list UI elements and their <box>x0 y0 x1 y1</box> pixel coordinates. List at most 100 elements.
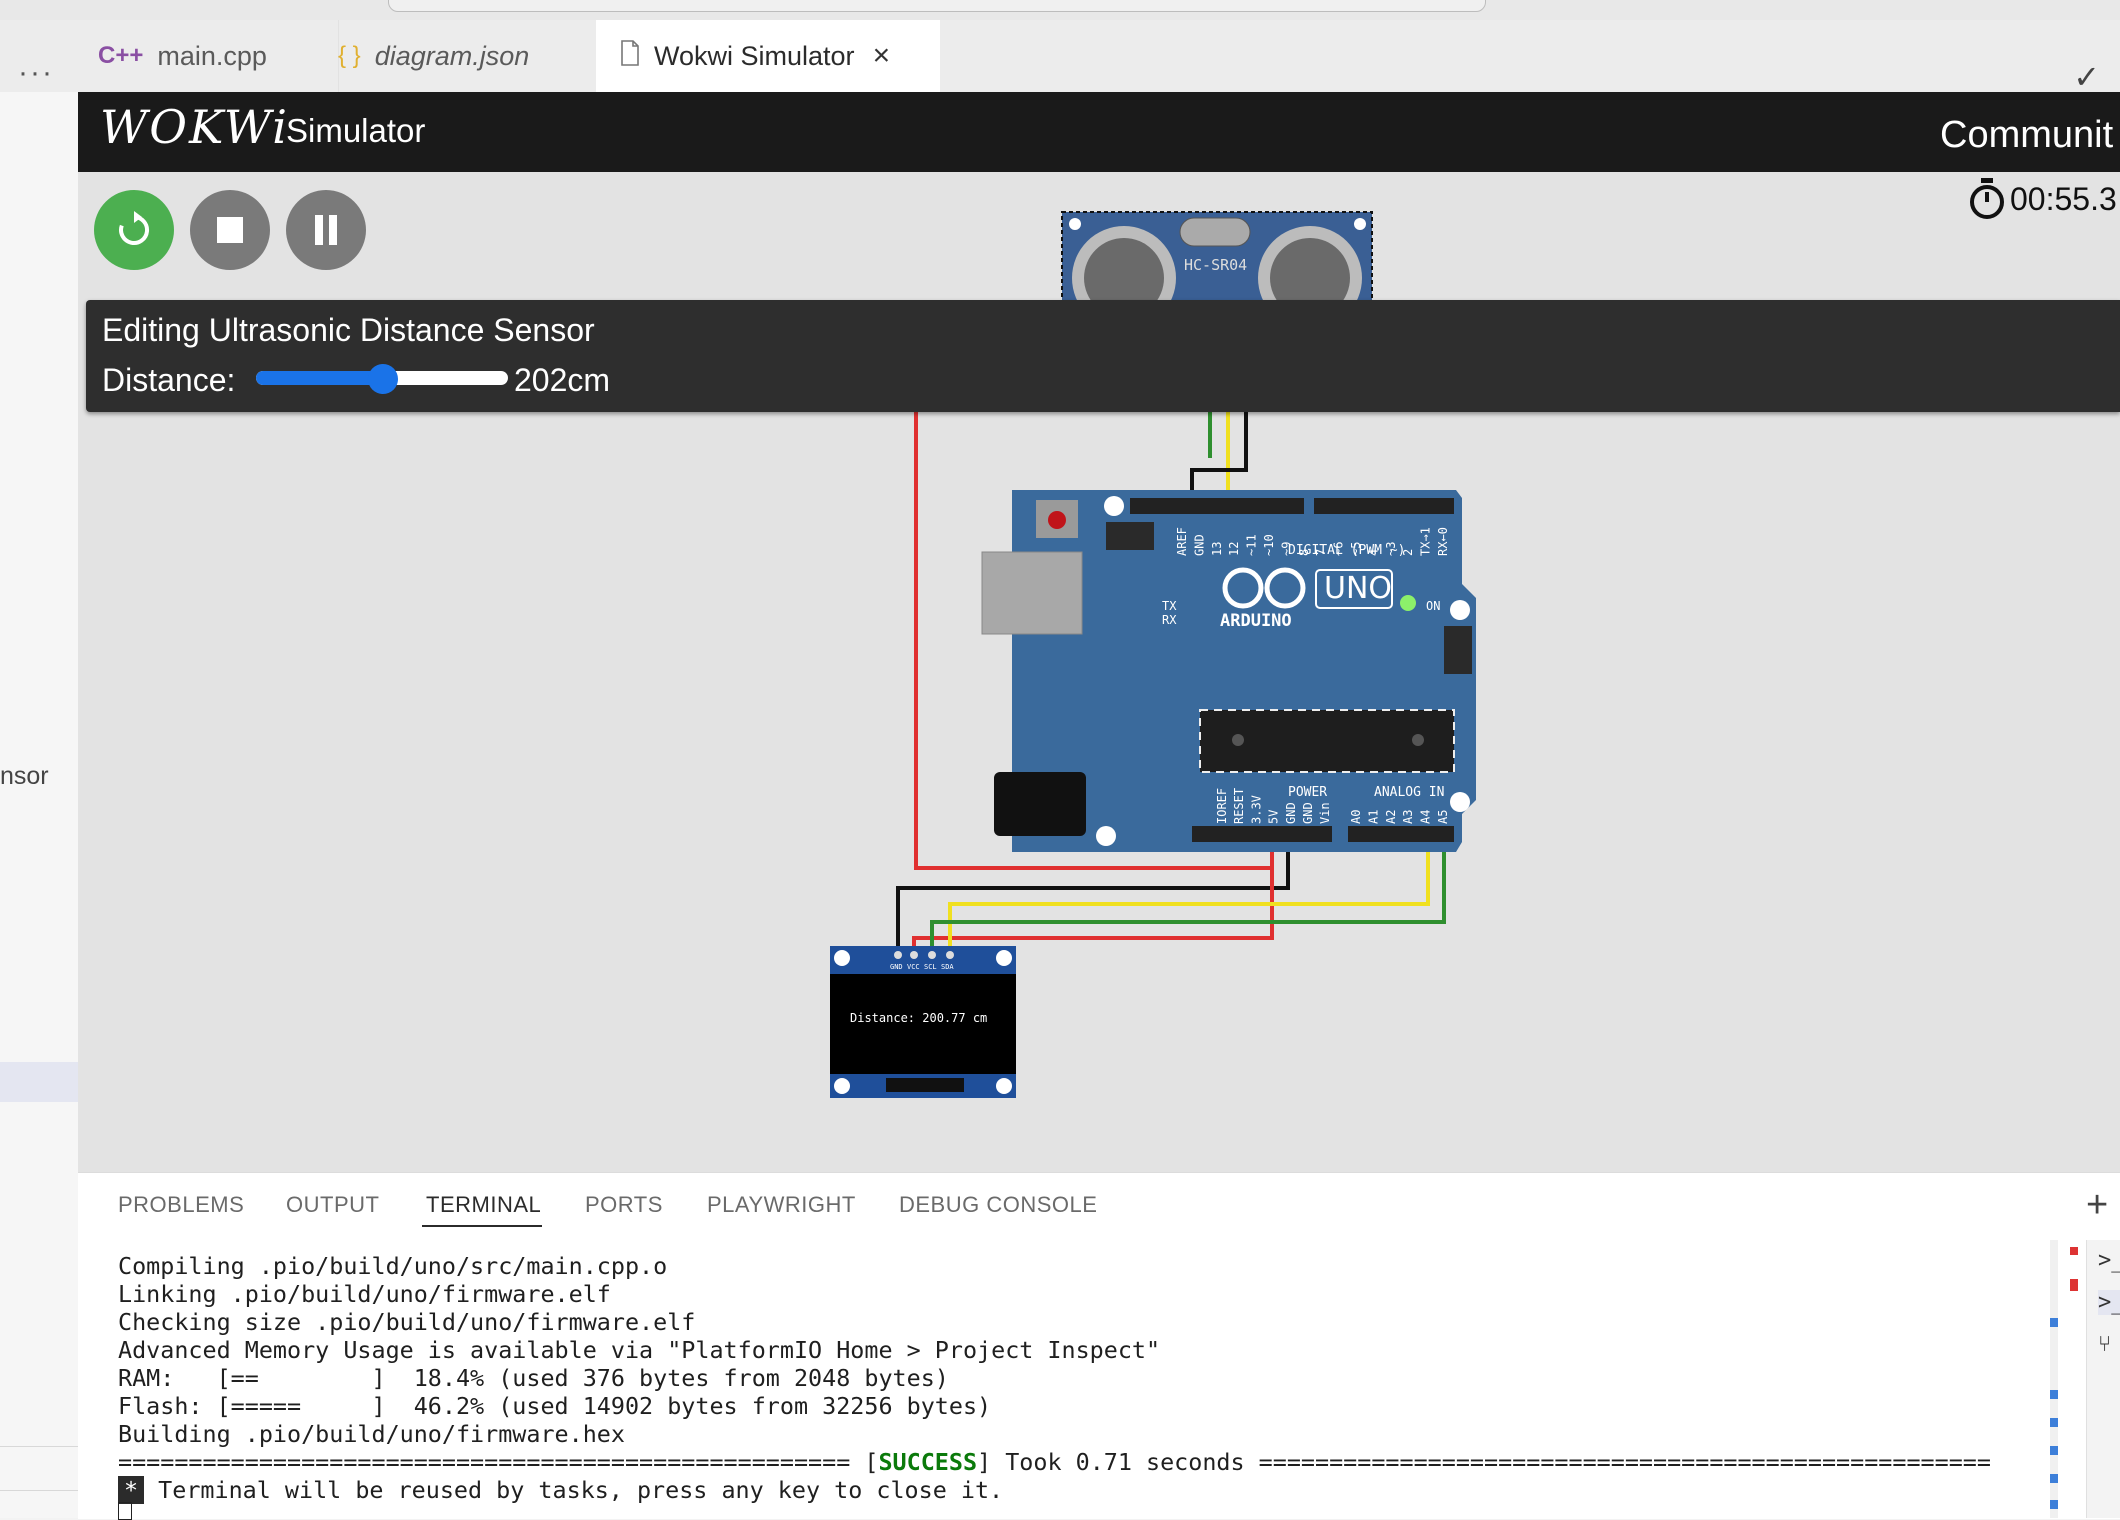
divider <box>0 1446 78 1447</box>
analog-header: ANALOG IN <box>1374 785 1444 800</box>
rx-label: RX <box>1162 613 1177 627</box>
tab-playwright[interactable]: PLAYWRIGHT <box>707 1192 856 1218</box>
scroll-marker <box>2050 1418 2058 1427</box>
cpp-file-icon: C++ <box>98 42 144 69</box>
simulation-timer: 00:55.3 <box>1968 178 2117 220</box>
digital-pin-label: RX←0 <box>1436 527 1450 556</box>
digital-pin-label: 7 <box>1314 549 1328 556</box>
power-pin-label: Vin <box>1318 802 1332 824</box>
check-icon[interactable]: ✓ <box>2073 58 2100 96</box>
terminal-line: Linking .pio/build/uno/firmware.elf <box>118 1280 611 1308</box>
new-terminal-icon[interactable]: + <box>2086 1184 2108 1227</box>
success-prefix: ========================================… <box>118 1448 879 1476</box>
terminal-icon[interactable]: >_ <box>2098 1248 2120 1273</box>
error-marker <box>2070 1279 2078 1291</box>
stop-button[interactable] <box>190 190 270 270</box>
power-pin-label: 3.3V <box>1249 795 1263 824</box>
power-pin-label: 5V <box>1267 810 1281 824</box>
analog-pin-label: A1 <box>1366 810 1380 824</box>
digital-pin-label: 13 <box>1210 542 1224 556</box>
sidebar-selected-row[interactable] <box>0 1062 78 1102</box>
terminal-line: Compiling .pio/build/uno/src/main.cpp.o <box>118 1252 668 1280</box>
success-word: SUCCESS <box>878 1448 978 1476</box>
task-star-icon: * <box>118 1476 145 1504</box>
arduino-model-label: UNO <box>1324 571 1392 606</box>
tab-main-cpp[interactable]: C++ main.cpp <box>78 20 339 92</box>
tab-problems[interactable]: PROBLEMS <box>118 1192 244 1218</box>
browser-address-strip <box>0 0 2120 20</box>
digital-pin-label: ~5 <box>1349 542 1363 556</box>
oled-pin-label: GND <box>890 963 903 971</box>
digital-pin-label: 8 <box>1297 549 1311 556</box>
tab-label: diagram.json <box>374 40 530 71</box>
terminal-line: RAM: [== ] 18.4% (used 376 bytes from 20… <box>118 1364 949 1392</box>
digital-pin-label: ~6 <box>1332 542 1346 556</box>
distance-value: 202cm <box>514 362 611 398</box>
tab-label: Wokwi Simulator <box>654 40 855 71</box>
oled-text: Distance: 200.77 cm <box>850 1011 987 1025</box>
terminal-line: Checking size .pio/build/uno/firmware.el… <box>118 1308 696 1336</box>
reuse-text: Terminal will be reused by tasks, press … <box>144 1476 1004 1504</box>
power-pin-label: GND <box>1301 802 1315 824</box>
wokwi-subtitle: Simulator <box>286 112 426 149</box>
file-icon <box>620 39 640 73</box>
json-file-icon: { } <box>338 42 361 69</box>
scroll-marker <box>2050 1474 2058 1483</box>
terminal-line: Advanced Memory Usage is available via "… <box>118 1336 1161 1364</box>
oled-pin-label: VCC <box>907 963 920 971</box>
digital-pin-label: ~9 <box>1279 542 1293 556</box>
tab-debug-console[interactable]: DEBUG CONSOLE <box>899 1192 1097 1218</box>
terminal-list <box>2086 1240 2120 1518</box>
digital-pin-label: 4 <box>1366 549 1380 556</box>
oled-pin-label: SCL <box>924 963 937 971</box>
scroll-marker <box>2050 1500 2058 1509</box>
tab-ports[interactable]: PORTS <box>585 1192 663 1218</box>
pause-icon <box>315 215 337 245</box>
analog-pin-label: A3 <box>1401 810 1415 824</box>
community-link[interactable]: Communit <box>1940 114 2113 157</box>
digital-pin-label: 2 <box>1401 549 1415 556</box>
oled-display: GND VCC SCL SDA Distance: 200.77 cm <box>830 946 1016 1098</box>
digital-pin-label: 12 <box>1227 542 1241 556</box>
edit-panel-title: Editing Ultrasonic Distance Sensor <box>102 312 595 348</box>
error-marker <box>2070 1247 2078 1255</box>
sidebar-item-label[interactable]: nsor <box>0 762 49 791</box>
sensor-label: HC-SR04 <box>1184 256 1247 274</box>
analog-pin-label: A2 <box>1384 810 1398 824</box>
divider <box>0 1490 78 1491</box>
pause-button[interactable] <box>286 190 366 270</box>
stopwatch-icon <box>1970 178 2004 219</box>
tab-wokwi-simulator[interactable]: Wokwi Simulator × <box>596 20 940 92</box>
tab-output[interactable]: OUTPUT <box>286 1192 379 1218</box>
digital-pin-label: ~11 <box>1245 534 1259 556</box>
scroll-marker <box>2050 1318 2058 1327</box>
digital-pin-label: TX→1 <box>1419 527 1433 556</box>
analog-pin-label: A0 <box>1349 810 1363 824</box>
timer-value: 00:55.3 <box>2010 180 2117 217</box>
task-icon[interactable]: ⑂ <box>2098 1332 2111 1357</box>
close-icon[interactable]: × <box>873 39 891 73</box>
wokwi-logo[interactable]: WOKWi <box>100 100 289 154</box>
power-pin-label: RESET <box>1232 788 1246 824</box>
active-tab-indicator <box>422 1225 542 1227</box>
stop-icon <box>217 217 243 243</box>
more-actions-icon[interactable]: ··· <box>18 56 54 90</box>
analog-pin-label: A4 <box>1419 810 1433 824</box>
success-suffix: ] Took 0.71 seconds ====================… <box>977 1448 1991 1476</box>
digital-pin-label: ~10 <box>1262 534 1276 556</box>
terminal-icon[interactable]: >_ <box>2098 1290 2120 1315</box>
digital-pin-label: AREF <box>1175 527 1189 556</box>
tab-terminal[interactable]: TERMINAL <box>426 1192 541 1218</box>
tab-diagram-json[interactable]: { } diagram.json <box>318 20 617 92</box>
tab-label: main.cpp <box>157 40 267 71</box>
editor-tab-bar: ··· C++ main.cpp { } diagram.json Wokwi … <box>0 20 2120 96</box>
analog-pin-label: A5 <box>1436 810 1450 824</box>
address-bar[interactable] <box>388 0 1486 12</box>
digital-pin-label: ~3 <box>1384 542 1398 556</box>
restart-button[interactable] <box>94 190 174 270</box>
arduino-uno-board: UNO ARDUINO ON TX RX DIGITAL (PWM ~) POW… <box>981 490 1476 852</box>
scroll-marker <box>2050 1390 2058 1399</box>
digital-pin-label: GND <box>1192 534 1206 556</box>
slider-fill <box>256 371 384 385</box>
arduino-brand-label: ARDUINO <box>1220 611 1292 631</box>
